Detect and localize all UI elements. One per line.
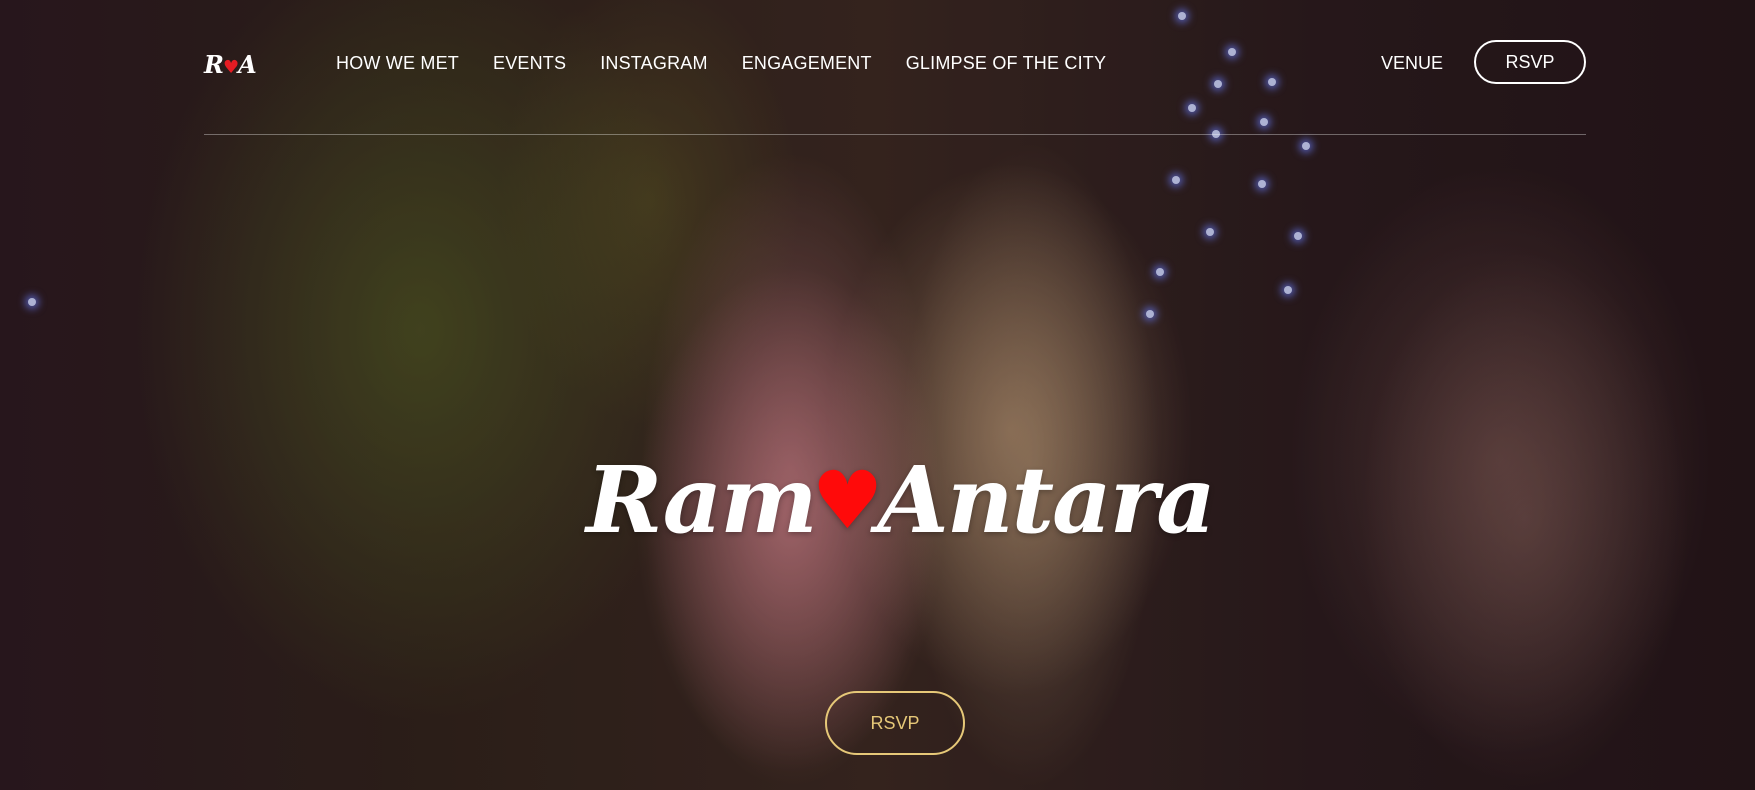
groom-name: Ram (586, 446, 818, 554)
nav-link-venue[interactable]: VENUE (1381, 53, 1443, 74)
logo-initial-left: R (204, 50, 224, 79)
nav-rsvp-button[interactable]: RSVP (1474, 40, 1586, 84)
nav-link-engagement[interactable]: ENGAGEMENT (742, 53, 872, 74)
nav-links: HOW WE MET EVENTS INSTAGRAM ENGAGEMENT G… (336, 53, 1106, 74)
couple-names-title: Ram ♥ Antara (586, 430, 1216, 570)
logo-heart-icon: ♥ (222, 57, 239, 78)
site-logo[interactable]: R♥A (204, 50, 257, 79)
hero-rsvp-button[interactable]: RSVP (825, 691, 965, 755)
nav-link-how-we-met[interactable]: HOW WE MET (336, 53, 459, 74)
top-navigation: R♥A HOW WE MET EVENTS INSTAGRAM ENGAGEME… (204, 34, 1586, 135)
nav-link-events[interactable]: EVENTS (493, 53, 566, 74)
nav-link-glimpse-of-the-city[interactable]: GLIMPSE OF THE CITY (906, 53, 1107, 74)
nav-link-instagram[interactable]: INSTAGRAM (600, 53, 707, 74)
heart-icon: ♥ (811, 453, 884, 547)
logo-initial-right: A (238, 50, 257, 79)
bride-name: Antara (877, 446, 1215, 554)
